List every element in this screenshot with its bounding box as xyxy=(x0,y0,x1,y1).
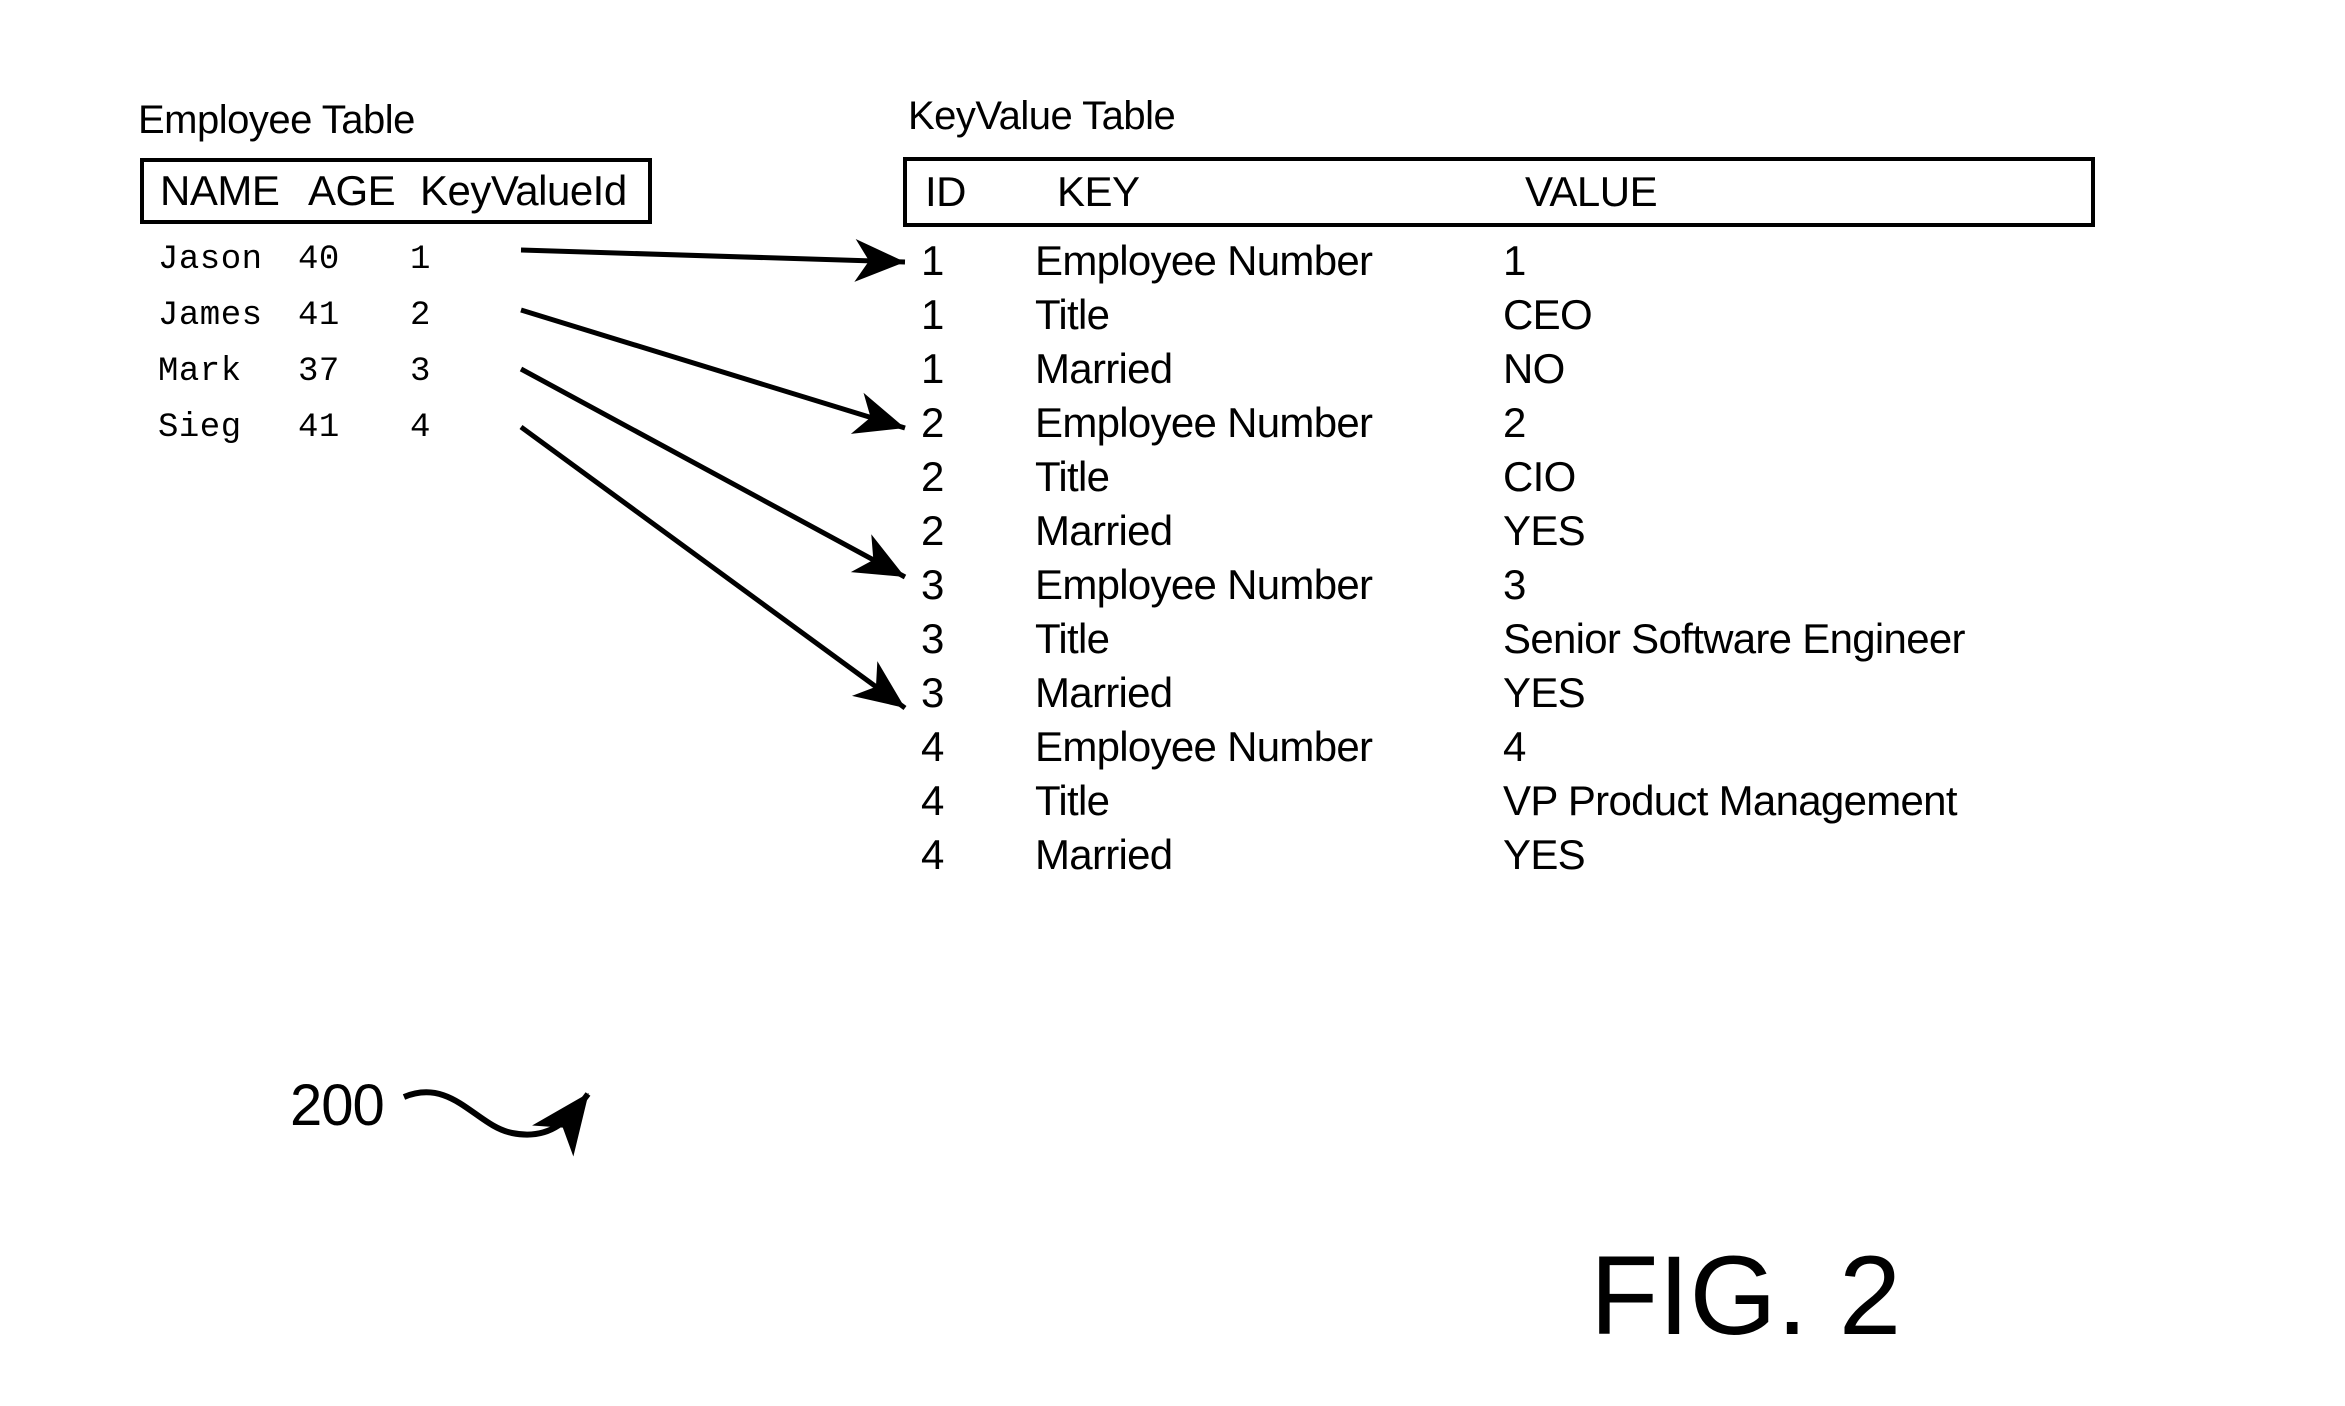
keyvalue-cell-value: 1 xyxy=(1503,237,1526,284)
keyvalue-cell-id: 1 xyxy=(921,345,944,392)
keyvalue-cell-id: 4 xyxy=(921,723,944,770)
table-row: 3 Employee Number 3 xyxy=(903,558,2203,612)
keyvalue-cell-key: Employee Number xyxy=(1035,237,1373,284)
keyvalue-column-header-value: VALUE xyxy=(1525,168,1658,215)
keyvalue-cell-id: 1 xyxy=(921,237,944,284)
keyvalue-column-header-key: KEY xyxy=(1057,168,1140,215)
keyvalue-cell-key: Title xyxy=(1035,291,1110,338)
employee-cell-keyvalueid: 3 xyxy=(410,353,431,391)
employee-column-header-age: AGE xyxy=(308,167,396,214)
keyvalue-cell-key: Title xyxy=(1035,615,1110,662)
keyvalue-cell-value: 2 xyxy=(1503,399,1526,446)
employee-table-body: Jason 40 1 James 41 2 Mark 37 3 Sieg 41 … xyxy=(140,232,660,456)
keyvalue-cell-value: VP Product Management xyxy=(1503,777,1958,824)
table-row: 1 Employee Number 1 xyxy=(903,234,2203,288)
table-row: 4 Married YES xyxy=(903,828,2203,882)
employee-cell-name: Sieg xyxy=(158,409,242,447)
employee-cell-keyvalueid: 4 xyxy=(410,409,431,447)
keyvalue-cell-id: 2 xyxy=(921,453,944,500)
employee-cell-age: 40 xyxy=(298,241,340,279)
keyvalue-cell-key: Married xyxy=(1035,345,1173,392)
table-row: 4 Title VP Product Management xyxy=(903,774,2203,828)
table-row: 2 Employee Number 2 xyxy=(903,396,2203,450)
keyvalue-cell-value: YES xyxy=(1503,507,1586,554)
table-row: James 41 2 xyxy=(140,288,660,344)
keyvalue-table-caption: KeyValue Table xyxy=(908,94,1176,138)
figure-callout-number: 200 xyxy=(290,1073,385,1138)
keyvalue-cell-id: 2 xyxy=(921,399,944,446)
figure-label: FIG. 2 xyxy=(1590,1233,1902,1358)
employee-cell-keyvalueid: 1 xyxy=(410,241,431,279)
table-row: Jason 40 1 xyxy=(140,232,660,288)
keyvalue-cell-value: CEO xyxy=(1503,291,1593,338)
employee-cell-name: James xyxy=(158,297,263,335)
table-row: 1 Title CEO xyxy=(903,288,2203,342)
keyvalue-cell-value: NO xyxy=(1503,345,1565,392)
table-row: Sieg 41 4 xyxy=(140,400,660,456)
keyvalue-cell-value: 4 xyxy=(1503,723,1526,770)
keyvalue-cell-value: YES xyxy=(1503,831,1586,878)
employee-cell-name: Mark xyxy=(158,353,242,391)
relation-arrow-4 xyxy=(519,424,907,711)
keyvalue-cell-key: Employee Number xyxy=(1035,723,1373,770)
callout-curved-arrow-icon xyxy=(402,1089,591,1157)
employee-table-caption: Employee Table xyxy=(138,98,415,142)
keyvalue-cell-id: 4 xyxy=(921,777,944,824)
employee-column-header-keyvalueid: KeyValueId xyxy=(420,167,627,214)
keyvalue-cell-value: YES xyxy=(1503,669,1586,716)
keyvalue-table-header-row: ID KEY VALUE xyxy=(903,157,2095,227)
keyvalue-cell-id: 1 xyxy=(921,291,944,338)
employee-cell-age: 41 xyxy=(298,409,340,447)
keyvalue-table-body: 1 Employee Number 1 1 Title CEO 1 Marrie… xyxy=(903,234,2203,882)
employee-cell-name: Jason xyxy=(158,241,263,279)
employee-column-header-name: NAME xyxy=(160,167,280,214)
keyvalue-cell-id: 3 xyxy=(921,669,944,716)
keyvalue-cell-value: CIO xyxy=(1503,453,1576,500)
table-row: 4 Employee Number 4 xyxy=(903,720,2203,774)
table-row: 3 Married YES xyxy=(903,666,2203,720)
keyvalue-cell-key: Married xyxy=(1035,507,1173,554)
keyvalue-cell-key: Employee Number xyxy=(1035,399,1373,446)
keyvalue-column-header-id: ID xyxy=(925,168,967,215)
keyvalue-cell-id: 4 xyxy=(921,831,944,878)
employee-cell-keyvalueid: 2 xyxy=(410,297,431,335)
figure-canvas: Employee Table NAME AGE KeyValueId Jason… xyxy=(0,0,2345,1406)
keyvalue-cell-value: Senior Software Engineer xyxy=(1503,615,1966,662)
keyvalue-cell-key: Title xyxy=(1035,777,1110,824)
keyvalue-cell-key: Employee Number xyxy=(1035,561,1373,608)
employee-cell-age: 37 xyxy=(298,353,340,391)
table-row: 2 Married YES xyxy=(903,504,2203,558)
keyvalue-cell-id: 3 xyxy=(921,561,944,608)
employee-table-header-row: NAME AGE KeyValueId xyxy=(140,158,652,224)
keyvalue-cell-key: Title xyxy=(1035,453,1110,500)
keyvalue-cell-id: 3 xyxy=(921,615,944,662)
keyvalue-cell-id: 2 xyxy=(921,507,944,554)
table-row: 3 Title Senior Software Engineer xyxy=(903,612,2203,666)
table-row: 1 Married NO xyxy=(903,342,2203,396)
table-row: Mark 37 3 xyxy=(140,344,660,400)
employee-cell-age: 41 xyxy=(298,297,340,335)
table-row: 2 Title CIO xyxy=(903,450,2203,504)
keyvalue-cell-key: Married xyxy=(1035,831,1173,878)
keyvalue-cell-value: 3 xyxy=(1503,561,1526,608)
keyvalue-cell-key: Married xyxy=(1035,669,1173,716)
